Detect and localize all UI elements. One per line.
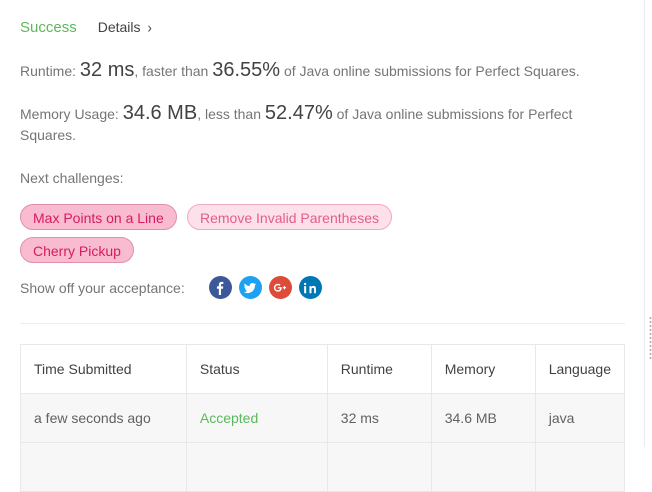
table-header-row: Time Submitted Status Runtime Memory Lan…: [20, 344, 626, 394]
table-cell: [430, 442, 536, 492]
runtime-stat: Runtime: 32 ms, faster than 36.55% of Ja…: [20, 60, 580, 82]
panel-right-border: [644, 0, 645, 447]
cell-runtime: 32 ms: [326, 393, 432, 443]
memory-label: Memory Usage:: [20, 106, 119, 122]
cell-language: java: [534, 393, 626, 443]
runtime-label: Runtime:: [20, 63, 77, 79]
section-divider: [20, 323, 625, 324]
header-time-submitted[interactable]: Time Submitted: [20, 344, 187, 394]
share-row: Show off your acceptance:: [20, 276, 329, 299]
linkedin-icon[interactable]: [298, 276, 322, 299]
table-row: a few seconds ago Accepted 32 ms 34.6 MB…: [20, 393, 626, 443]
cell-time-submitted: a few seconds ago: [20, 393, 187, 443]
header-language[interactable]: Language: [534, 344, 626, 394]
chevron-right-icon: ›: [147, 18, 152, 36]
memory-value: 34.6 MB: [122, 102, 198, 124]
result-status: Success: [20, 19, 77, 36]
cell-status-link[interactable]: Accepted: [185, 393, 328, 443]
twitter-icon[interactable]: [238, 276, 262, 299]
facebook-icon[interactable]: [208, 276, 232, 299]
table-cell: [185, 442, 328, 492]
share-label: Show off your acceptance:: [20, 279, 185, 296]
google-plus-icon[interactable]: [268, 276, 292, 299]
header-runtime[interactable]: Runtime: [326, 344, 432, 394]
runtime-suffix: of Java online submissions for Perfect S…: [283, 63, 580, 79]
submissions-table: Time Submitted Status Runtime Memory Lan…: [20, 344, 626, 492]
runtime-value: 32 ms: [79, 59, 135, 81]
table-row: [20, 442, 626, 492]
table-cell: [534, 442, 626, 492]
header-memory[interactable]: Memory: [430, 344, 536, 394]
memory-less-than: , less than: [197, 106, 262, 122]
details-label: Details: [97, 19, 141, 35]
table-cell: [20, 442, 187, 492]
runtime-percent: 36.55%: [212, 59, 281, 81]
challenge-tag-remove-invalid-parentheses[interactable]: Remove Invalid Parentheses: [187, 204, 392, 230]
memory-percent: 52.47%: [264, 102, 333, 124]
challenge-tag-cherry-pickup[interactable]: Cherry Pickup: [20, 237, 134, 263]
details-link[interactable]: Details ›: [97, 18, 152, 36]
cell-memory: 34.6 MB: [430, 393, 536, 443]
challenge-tag-max-points[interactable]: Max Points on a Line: [20, 204, 177, 230]
result-header: Success Details ›: [20, 19, 152, 36]
runtime-faster-than: , faster than: [134, 63, 209, 79]
table-cell: [326, 442, 432, 492]
next-challenges-label: Next challenges:: [20, 170, 124, 186]
memory-stat: Memory Usage: 34.6 MB, less than 52.47% …: [20, 103, 595, 146]
header-status[interactable]: Status: [185, 344, 328, 394]
